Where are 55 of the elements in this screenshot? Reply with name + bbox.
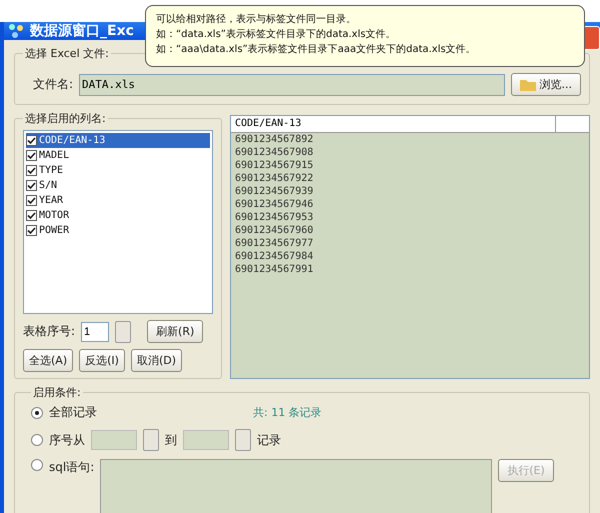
refresh-button[interactable]: 刷新(R) xyxy=(147,320,204,343)
group-title: 选择 Excel 文件: xyxy=(24,46,110,61)
column-item[interactable]: YEAR xyxy=(26,193,210,208)
checkbox[interactable] xyxy=(26,135,37,146)
file-label: 文件名: xyxy=(33,76,74,93)
folder-icon xyxy=(520,78,536,91)
column-item[interactable]: MADEL xyxy=(26,148,210,163)
table-cell-text: 6901234567939 xyxy=(234,185,314,198)
radio-button[interactable] xyxy=(31,406,43,418)
radio-label: 全部记录 xyxy=(49,404,97,421)
table-cell-text: 6901234567953 xyxy=(234,211,314,224)
list-action-button[interactable]: 反选(I) xyxy=(79,349,125,372)
window-title: 数据源窗口_Exc xyxy=(30,22,134,40)
table-cell-text: 6901234567984 xyxy=(234,250,314,263)
records-label: 记录 xyxy=(257,432,281,448)
radio-button[interactable] xyxy=(31,459,43,471)
table-cell-text: 6901234567922 xyxy=(234,172,314,185)
record-count: 共: 11 条记录 xyxy=(253,405,322,420)
group-title: 启用条件: xyxy=(32,385,82,400)
table-cell-text: 6901234567960 xyxy=(234,224,314,237)
table-cell-text: 6901234567908 xyxy=(234,146,314,159)
radio-button[interactable] xyxy=(31,434,43,446)
checkbox[interactable] xyxy=(26,150,37,161)
tooltip-text: 如：“aaa\data.xls”表示标签文件目录下aaa文件夹下的data.xls文件。 xyxy=(156,42,477,56)
table-cell-text: 6901234567991 xyxy=(234,263,314,276)
column-item[interactable]: MOTOR xyxy=(26,208,210,223)
radio-label: sql语句: xyxy=(49,459,94,476)
tooltip-text: 可以给相对路径，表示与标签文件同一目录。 xyxy=(156,12,357,26)
checkbox[interactable] xyxy=(26,165,37,176)
start-field[interactable] xyxy=(91,430,137,450)
checkbox[interactable] xyxy=(26,195,37,206)
checkbox[interactable] xyxy=(26,210,37,221)
list-action-button[interactable]: 全选(A) xyxy=(23,349,74,372)
table-cell-text: 6901234567915 xyxy=(234,159,314,172)
file-field[interactable]: DATA.xls xyxy=(79,74,504,96)
column-item[interactable]: TYPE xyxy=(26,163,210,178)
table-cell-text: 6901234567946 xyxy=(234,198,314,211)
app-icon xyxy=(8,23,24,39)
sql-field[interactable] xyxy=(100,459,492,513)
column-item[interactable]: POWER xyxy=(26,223,210,238)
sheet-label: 表格序号: xyxy=(23,323,76,340)
checkbox[interactable] xyxy=(26,225,37,236)
radio-label: 序号从 xyxy=(49,432,85,448)
list-action-button[interactable]: 取消(D) xyxy=(130,349,182,372)
to-label: 到 xyxy=(165,432,177,448)
tooltip-text: 如：“data.xls”表示标签文件目录下的data.xls文件。 xyxy=(156,28,397,41)
column-item[interactable]: CODE/EAN-13 xyxy=(26,133,210,148)
table-cell-text: 6901234567892 xyxy=(234,133,314,146)
end-field[interactable] xyxy=(183,430,229,450)
group-title: 选择启用的列名: xyxy=(24,111,107,126)
checkbox[interactable] xyxy=(26,180,37,191)
column-item[interactable]: S/N xyxy=(26,178,210,193)
sheet-field[interactable]: 1 xyxy=(81,322,110,342)
table-cell-text: 6901234567977 xyxy=(234,237,314,250)
browse-button[interactable]: 浏览... xyxy=(510,73,581,96)
